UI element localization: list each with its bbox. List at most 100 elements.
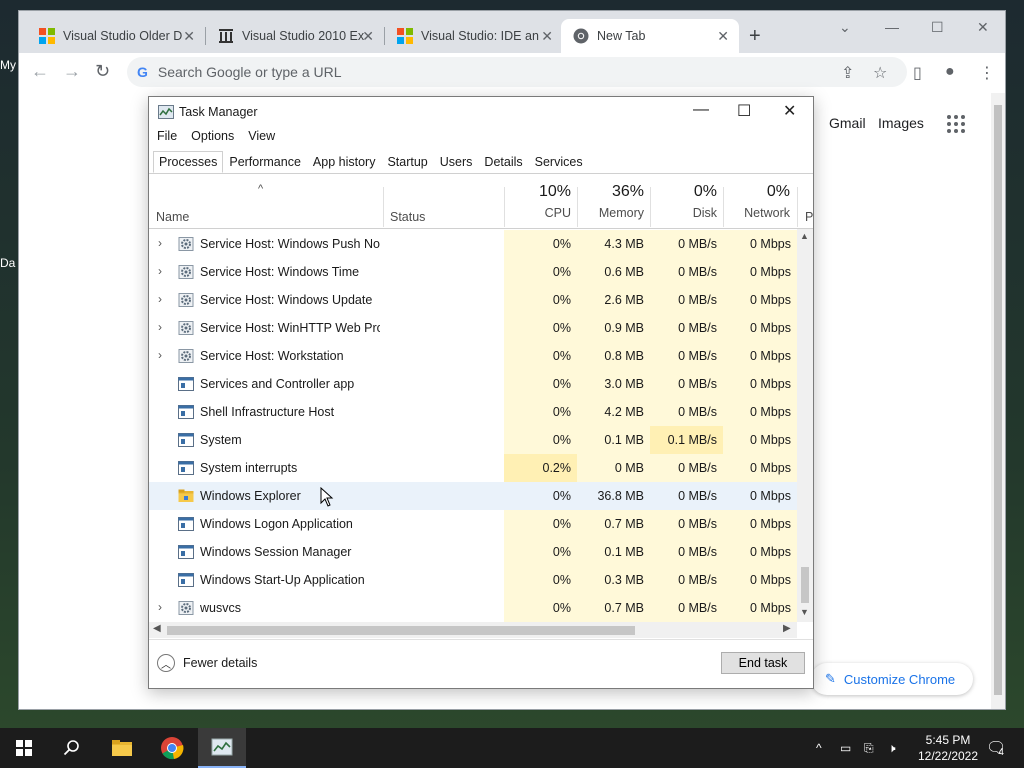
forward-arrow-icon[interactable]: → (63, 61, 81, 82)
column-status[interactable]: Status (390, 210, 425, 224)
tab-startup[interactable]: Startup (381, 151, 433, 173)
profile-avatar-icon[interactable]: ● (945, 63, 955, 81)
tab-processes[interactable]: Processes (153, 151, 224, 173)
table-row[interactable]: › Service Host: Windows Push No... 0% 4.3 M… (149, 230, 797, 258)
close-tab-icon[interactable]: ✕ (362, 28, 374, 45)
search-button[interactable] (48, 728, 96, 768)
microsoft-icon (39, 28, 55, 44)
chevron-right-icon[interactable]: › (158, 320, 162, 334)
customize-chrome-button[interactable]: ✎ Customize Chrome (811, 663, 973, 695)
fewer-details-button[interactable]: ︿ Fewer details (157, 654, 257, 672)
gmail-link[interactable]: Gmail (829, 115, 866, 131)
process-name: Shell Infrastructure Host (200, 405, 335, 419)
column-network[interactable]: 0% Network (723, 183, 790, 220)
network-status-icon[interactable]: ⎘ (864, 728, 874, 768)
tab-performance[interactable]: Performance (223, 151, 307, 173)
memory-cell: 0.8 MB (577, 342, 650, 370)
minimize-icon[interactable]: — (885, 19, 899, 35)
taskbar-clock[interactable]: 5:45 PM 12/22/2022 (916, 732, 980, 764)
table-row[interactable]: Shell Infrastructure Host 0% 4.2 MB 0 MB/s 0… (149, 398, 797, 426)
file-explorer-taskbar-button[interactable] (98, 728, 146, 768)
images-link[interactable]: Images (878, 115, 924, 131)
table-row[interactable]: Services and Controller app 0% 3.0 MB 0 MB/… (149, 370, 797, 398)
scroll-down-icon[interactable]: ▼ (800, 607, 809, 617)
task-manager-taskbar-button[interactable] (198, 728, 246, 768)
browser-tab[interactable]: Visual Studio Older D ✕ (27, 19, 205, 53)
menu-options[interactable]: Options (191, 129, 234, 143)
horizontal-scrollbar-thumb[interactable] (167, 626, 635, 635)
google-apps-icon[interactable] (947, 115, 965, 133)
tab-services[interactable]: Services (529, 151, 589, 173)
table-row[interactable]: Windows Logon Application 0% 0.7 MB 0 MB/s 0… (149, 510, 797, 538)
cpu-percent: 10% (538, 183, 571, 200)
table-row[interactable]: System 0% 0.1 MB 0.1 MB/s 0 Mbps (149, 426, 797, 454)
scroll-right-icon[interactable]: ▶ (783, 623, 791, 634)
table-row[interactable]: › Service Host: Windows Time 0% 0.6 MB 0 MB/… (149, 258, 797, 286)
end-task-button[interactable]: End task (721, 652, 805, 674)
menu-file[interactable]: File (157, 129, 177, 143)
table-row[interactable]: System interrupts 0.2% 0 MB 0 MB/s 0 Mbps (149, 454, 797, 482)
close-tab-icon[interactable]: ✕ (717, 28, 729, 45)
close-tab-icon[interactable]: ✕ (183, 28, 195, 45)
show-hidden-icons[interactable]: ^ (816, 728, 822, 768)
chrome-taskbar-button[interactable] (148, 728, 196, 768)
page-scrollbar-thumb[interactable] (994, 105, 1002, 695)
table-row[interactable]: Windows Session Manager 0% 0.1 MB 0 MB/s 0 M… (149, 538, 797, 566)
tab-app-history[interactable]: App history (307, 151, 382, 173)
browser-tab-active[interactable]: New Tab ✕ (561, 19, 739, 53)
task-manager-titlebar[interactable]: Task Manager — ☐ ✕ (149, 97, 813, 127)
column-cpu[interactable]: 10% CPU (504, 183, 571, 220)
tab-users[interactable]: Users (434, 151, 479, 173)
table-row[interactable]: › wusvcs 0% 0.7 MB 0 MB/s 0 Mbps (149, 594, 797, 622)
more-menu-icon[interactable]: ⋮ (979, 63, 995, 83)
cpu-cell: 0% (504, 426, 577, 454)
close-tab-icon[interactable]: ✕ (541, 28, 553, 45)
start-button[interactable] (0, 728, 48, 768)
table-row[interactable]: › Service Host: Workstation 0% 0.8 MB 0 MB/s… (149, 342, 797, 370)
vertical-scrollbar[interactable]: ▲ ▼ (797, 229, 813, 622)
side-panel-icon[interactable]: ▯ (913, 63, 922, 83)
maximize-icon[interactable]: ☐ (737, 101, 751, 121)
table-row[interactable]: Windows Start-Up Application 0% 0.3 MB 0 MB… (149, 566, 797, 594)
tab-details[interactable]: Details (478, 151, 528, 173)
new-tab-icon[interactable]: + (749, 25, 761, 48)
column-name[interactable]: Name (156, 210, 189, 224)
tab-search-icon[interactable]: ⌄ (839, 19, 851, 36)
chevron-right-icon[interactable]: › (158, 600, 162, 614)
browser-tab[interactable]: Visual Studio 2010 Ex ✕ (206, 19, 384, 53)
volume-muted-icon[interactable]: 🕨 (888, 728, 896, 768)
chevron-right-icon[interactable]: › (158, 236, 162, 250)
tab-title: Visual Studio Older D (63, 29, 183, 43)
table-row[interactable]: › Service Host: Windows Update 0% 2.6 MB 0 M… (149, 286, 797, 314)
chevron-right-icon[interactable]: › (158, 264, 162, 278)
notifications-button[interactable]: 🗨 4 (986, 728, 1006, 768)
network-cell: 0 Mbps (723, 258, 797, 286)
network-icon[interactable]: ▭ (840, 728, 851, 768)
browser-tab[interactable]: Visual Studio: IDE an ✕ (385, 19, 563, 53)
disk-cell: 0 MB/s (650, 258, 723, 286)
minimize-icon[interactable]: — (693, 101, 709, 119)
page-scrollbar[interactable] (991, 93, 1005, 709)
close-window-icon[interactable]: ✕ (977, 19, 989, 36)
column-power-partial[interactable]: P (805, 210, 813, 224)
share-icon[interactable]: ⇪ (841, 63, 854, 83)
chrome-icon (573, 28, 589, 44)
chevron-right-icon[interactable]: › (158, 348, 162, 362)
horizontal-scrollbar[interactable]: ◀ ▶ (149, 622, 797, 638)
menu-view[interactable]: View (248, 129, 275, 143)
scroll-up-icon[interactable]: ▲ (800, 231, 809, 241)
back-arrow-icon[interactable]: ← (31, 61, 49, 82)
reload-icon[interactable]: ↻ (95, 61, 110, 82)
address-bar[interactable]: G Search Google or type a URL (127, 57, 907, 87)
chevron-right-icon[interactable]: › (158, 292, 162, 306)
table-row[interactable]: Windows Explorer 0% 36.8 MB 0 MB/s 0 Mbps (149, 482, 797, 510)
column-memory[interactable]: 36% Memory (577, 183, 644, 220)
column-disk[interactable]: 0% Disk (650, 183, 717, 220)
gear-icon (178, 265, 194, 279)
close-icon[interactable]: ✕ (783, 101, 796, 121)
maximize-icon[interactable]: ☐ (931, 19, 944, 36)
vertical-scrollbar-thumb[interactable] (801, 567, 809, 603)
bookmark-star-icon[interactable]: ☆ (873, 63, 887, 83)
table-row[interactable]: › Service Host: WinHTTP Web Pro... 0% 0.9 M… (149, 314, 797, 342)
scroll-left-icon[interactable]: ◀ (153, 623, 161, 634)
